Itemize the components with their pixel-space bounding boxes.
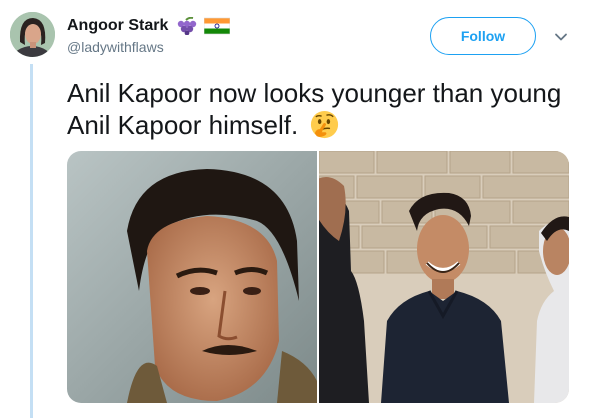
- user-handle[interactable]: @ladywithflaws: [67, 39, 164, 55]
- grapes-icon: [174, 17, 198, 35]
- avatar-image: [10, 12, 55, 57]
- chevron-down-icon: [555, 33, 567, 41]
- more-options-button[interactable]: [550, 26, 572, 48]
- name-row: Angoor Stark: [67, 15, 231, 37]
- tweet-text: Anil Kapoor now looks younger than young…: [67, 78, 577, 141]
- display-name[interactable]: Angoor Stark: [67, 17, 168, 35]
- thinking-face-icon: [309, 109, 340, 140]
- media-grid: [67, 151, 569, 403]
- india-flag-icon: [204, 17, 231, 35]
- thread-line: [30, 64, 33, 418]
- photo-young-anil-kapoor[interactable]: [67, 151, 317, 403]
- follow-button[interactable]: Follow: [430, 17, 536, 55]
- photo-group-stone-wall[interactable]: [319, 151, 569, 403]
- tweet-card: Angoor Stark @ladywithflaws Follow Anil …: [0, 0, 597, 418]
- avatar[interactable]: [10, 12, 55, 57]
